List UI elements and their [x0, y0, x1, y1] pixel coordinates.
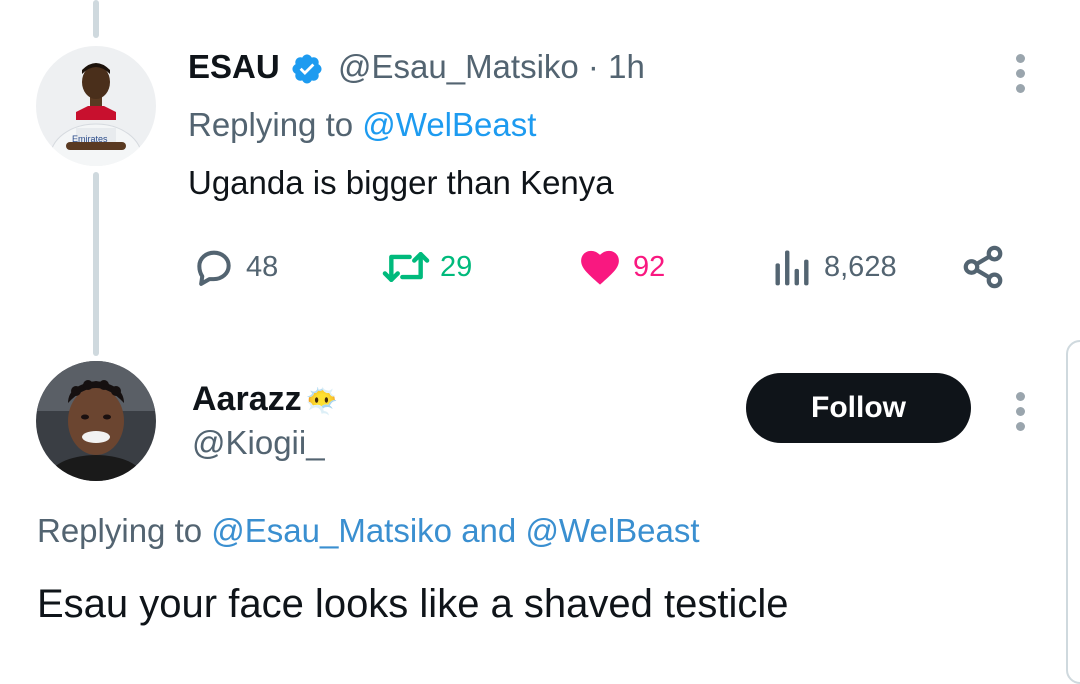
- retweet-count: 29: [440, 250, 473, 283]
- replying-and: and: [452, 512, 526, 549]
- retweet-button[interactable]: 29: [382, 244, 472, 290]
- display-name[interactable]: ESAU: [188, 48, 280, 86]
- replying-to-line: Replying to @WelBeast: [188, 106, 536, 144]
- share-icon: [963, 245, 1003, 289]
- retweet-icon: [382, 251, 430, 283]
- views-button[interactable]: 8,628: [770, 244, 897, 290]
- scrollbar[interactable]: [1066, 340, 1080, 684]
- display-name-text: Aarazz: [192, 380, 302, 418]
- mention-link[interactable]: @Esau_Matsiko: [211, 512, 452, 549]
- reply-count: 48: [246, 250, 279, 283]
- replying-prefix: Replying to: [37, 512, 212, 549]
- more-options-icon[interactable]: [1015, 54, 1025, 93]
- handle-and-time[interactable]: @Esau_Matsiko · 1h: [338, 48, 645, 86]
- thread-line-top: [93, 0, 99, 38]
- replying-to-line: Replying to @Esau_Matsiko and @WelBeast: [37, 512, 700, 550]
- tweet-text: Esau your face looks like a shaved testi…: [37, 582, 789, 626]
- like-button[interactable]: 92: [577, 244, 665, 290]
- handle[interactable]: @Kiogii_: [192, 424, 325, 462]
- heart-icon: [581, 250, 619, 285]
- tweet-text: Uganda is bigger than Kenya: [188, 164, 614, 201]
- display-name[interactable]: Aarazz 😶‍🌫️: [192, 380, 338, 419]
- reply-icon: [197, 250, 231, 286]
- follow-button[interactable]: Follow: [746, 373, 971, 443]
- more-options-icon[interactable]: [1015, 392, 1025, 431]
- mention-link[interactable]: @WelBeast: [362, 106, 536, 143]
- like-count: 92: [633, 250, 666, 283]
- share-button[interactable]: [960, 244, 1006, 290]
- mention-link[interactable]: @WelBeast: [525, 512, 699, 549]
- reply-button[interactable]: 48: [192, 244, 278, 290]
- verified-badge-icon: [290, 52, 324, 86]
- views-chart-icon: [775, 250, 809, 286]
- face-in-clouds-emoji: 😶‍🌫️: [305, 386, 338, 416]
- avatar-aarazz[interactable]: [36, 361, 156, 481]
- replying-prefix: Replying to: [188, 106, 363, 143]
- views-count: 8,628: [824, 250, 897, 283]
- avatar-esau[interactable]: Emirates: [36, 46, 156, 166]
- thread-line-bottom: [93, 172, 99, 356]
